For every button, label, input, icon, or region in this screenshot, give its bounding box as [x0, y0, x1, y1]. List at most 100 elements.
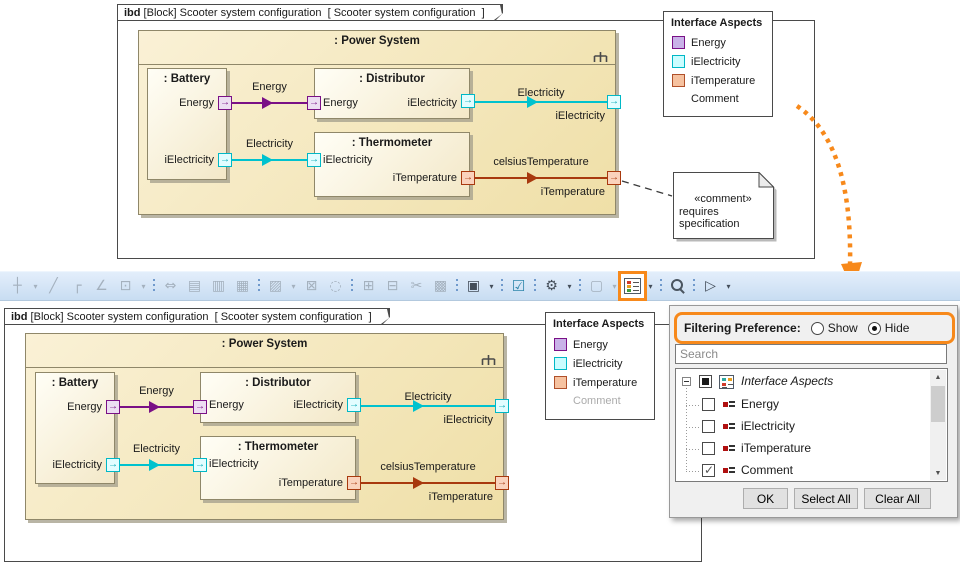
briefcase-icon[interactable]: ▣: [462, 274, 485, 298]
search-input[interactable]: [675, 344, 947, 364]
copy-format-icon[interactable]: ⊠: [300, 274, 323, 298]
gear-icon[interactable]: ⚙: [540, 274, 563, 298]
toolbar-separator: [576, 276, 584, 296]
celsius-connector[interactable]: [361, 482, 495, 484]
tree-row-comment[interactable]: Comment: [676, 461, 914, 481]
electricity-connector-2-label: Electricity: [475, 87, 607, 99]
run-icon[interactable]: ▷: [699, 274, 722, 298]
distributor-block[interactable]: : Distributor: [200, 372, 356, 423]
dropdown-arrow-icon[interactable]: ▾: [486, 274, 497, 298]
comment-checkbox[interactable]: [702, 464, 715, 477]
cut-icon[interactable]: ✂: [405, 274, 428, 298]
comment-note[interactable]: «comment» requires specification: [673, 172, 777, 242]
radio-show[interactable]: [811, 322, 824, 335]
radio-show-option[interactable]: Show: [811, 321, 858, 335]
tree-scrollbar[interactable]: ▲ ▼: [930, 370, 946, 480]
legend-item-comment: Comment: [672, 93, 739, 105]
reset-edges-icon[interactable]: ⊡: [114, 274, 137, 298]
port-thermometer-ielectricity[interactable]: [307, 153, 321, 167]
port-battery-ielectricity[interactable]: [218, 153, 232, 167]
legend-item-icon: [723, 423, 735, 431]
itemperature-checkbox[interactable]: [702, 442, 715, 455]
toolbar-separator: [657, 276, 665, 296]
dropdown-arrow-icon[interactable]: ▾: [645, 274, 656, 298]
rectilinear-path-icon[interactable]: ┌: [66, 274, 89, 298]
port-thermometer-ielectricity[interactable]: [193, 458, 207, 472]
toolbar-separator: [255, 276, 263, 296]
port-battery-energy[interactable]: [218, 96, 232, 110]
port-distributor-energy[interactable]: [193, 400, 207, 414]
clear-all-button[interactable]: Clear All: [864, 488, 931, 509]
scroll-up-icon[interactable]: ▲: [930, 370, 946, 384]
diagram-name: [Block] Scooter system configuration [ S…: [141, 7, 485, 19]
scroll-down-icon[interactable]: ▼: [930, 466, 946, 480]
port-distributor-ielectricity[interactable]: [347, 398, 361, 412]
dropdown-arrow-icon[interactable]: ▾: [723, 274, 734, 298]
distributor-energy-label: Energy: [323, 97, 358, 109]
electricity-connector-1-label: Electricity: [224, 138, 315, 150]
edge-port-itemperature[interactable]: [607, 171, 621, 185]
dropdown-arrow-icon[interactable]: ▾: [138, 274, 149, 298]
tree-item-label: iElectricity: [741, 419, 795, 433]
arrange-shapes-icon[interactable]: ▦: [231, 274, 254, 298]
port-battery-energy[interactable]: [106, 400, 120, 414]
tree-row-itemperature[interactable]: iTemperature: [676, 439, 914, 459]
port-battery-ielectricity[interactable]: [106, 458, 120, 472]
dropdown-arrow-icon[interactable]: ▾: [609, 274, 620, 298]
port-distributor-ielectricity[interactable]: [461, 94, 475, 108]
tree-item-label: Energy: [741, 397, 779, 411]
tree-item-label: iTemperature: [741, 441, 811, 455]
legend-item-energy: Energy: [672, 36, 726, 49]
ok-button[interactable]: OK: [743, 488, 788, 509]
edge-port-itemperature[interactable]: [495, 476, 509, 490]
make-same-size-icon[interactable]: ⇔: [159, 274, 182, 298]
ielectricity-checkbox[interactable]: [702, 420, 715, 433]
select-all-button[interactable]: Select All: [794, 488, 858, 509]
edge-port-ielectricity[interactable]: [607, 95, 621, 109]
radio-hide[interactable]: [868, 322, 881, 335]
distributor-block[interactable]: : Distributor: [314, 68, 470, 119]
dropdown-arrow-icon[interactable]: ▾: [288, 274, 299, 298]
dropdown-arrow-icon[interactable]: ▾: [564, 274, 575, 298]
tree-row-energy[interactable]: Energy: [676, 395, 914, 415]
legend-icon[interactable]: [621, 274, 644, 298]
delete-icon[interactable]: ▩: [429, 274, 452, 298]
root-checkbox[interactable]: [699, 375, 712, 388]
diagram-kind: ibd: [124, 7, 141, 19]
copy-icon[interactable]: ⊞: [357, 274, 380, 298]
electricity-connector-2[interactable]: [361, 405, 495, 407]
port-thermometer-itemperature[interactable]: [347, 476, 361, 490]
diagonal-path-icon[interactable]: ∠: [90, 274, 113, 298]
top-diagram-tab-label: ibd [Block] Scooter system configuration…: [118, 5, 502, 20]
celsius-connector[interactable]: [475, 177, 607, 179]
fill-color-icon[interactable]: ▨: [264, 274, 287, 298]
energy-checkbox[interactable]: [702, 398, 715, 411]
thermometer-ielectricity-label: iElectricity: [323, 154, 373, 166]
port-thermometer-itemperature[interactable]: [461, 171, 475, 185]
dropdown-arrow-icon[interactable]: ▾: [30, 274, 41, 298]
port-distributor-energy[interactable]: [307, 96, 321, 110]
tree-row-root[interactable]: Interface Aspects: [676, 372, 914, 392]
apply-format-icon[interactable]: ◌: [324, 274, 347, 298]
legend-top[interactable]: Interface Aspects Energy iElectricity iT…: [663, 11, 773, 117]
align-shapes-icon[interactable]: ▤: [183, 274, 206, 298]
tree-row-ielectricity[interactable]: iElectricity: [676, 417, 914, 437]
related-elements-icon[interactable]: ▢: [585, 274, 608, 298]
distribute-shapes-icon[interactable]: ▥: [207, 274, 230, 298]
electricity-connector-2-label: Electricity: [361, 391, 495, 403]
radio-hide-option[interactable]: Hide: [868, 321, 910, 335]
search-icon[interactable]: [666, 274, 689, 298]
legend-bottom[interactable]: Interface Aspects Energy iElectricity iT…: [545, 312, 655, 420]
scrollbar-thumb[interactable]: [931, 386, 945, 422]
edge-port-ielectricity[interactable]: [495, 399, 509, 413]
electricity-connector-1-label: Electricity: [112, 443, 201, 455]
structure-rake-icon: [481, 353, 496, 371]
electricity-connector-2[interactable]: [475, 101, 607, 103]
oblique-path-icon[interactable]: ╱: [42, 274, 65, 298]
paste-icon[interactable]: ⊟: [381, 274, 404, 298]
radio-hide-label: Hide: [885, 321, 910, 335]
collapse-expander-icon[interactable]: [682, 377, 691, 386]
diagram-kind: ibd: [11, 311, 28, 323]
drawing-mode-icon[interactable]: ┼: [6, 274, 29, 298]
validate-icon[interactable]: ☑: [507, 274, 530, 298]
